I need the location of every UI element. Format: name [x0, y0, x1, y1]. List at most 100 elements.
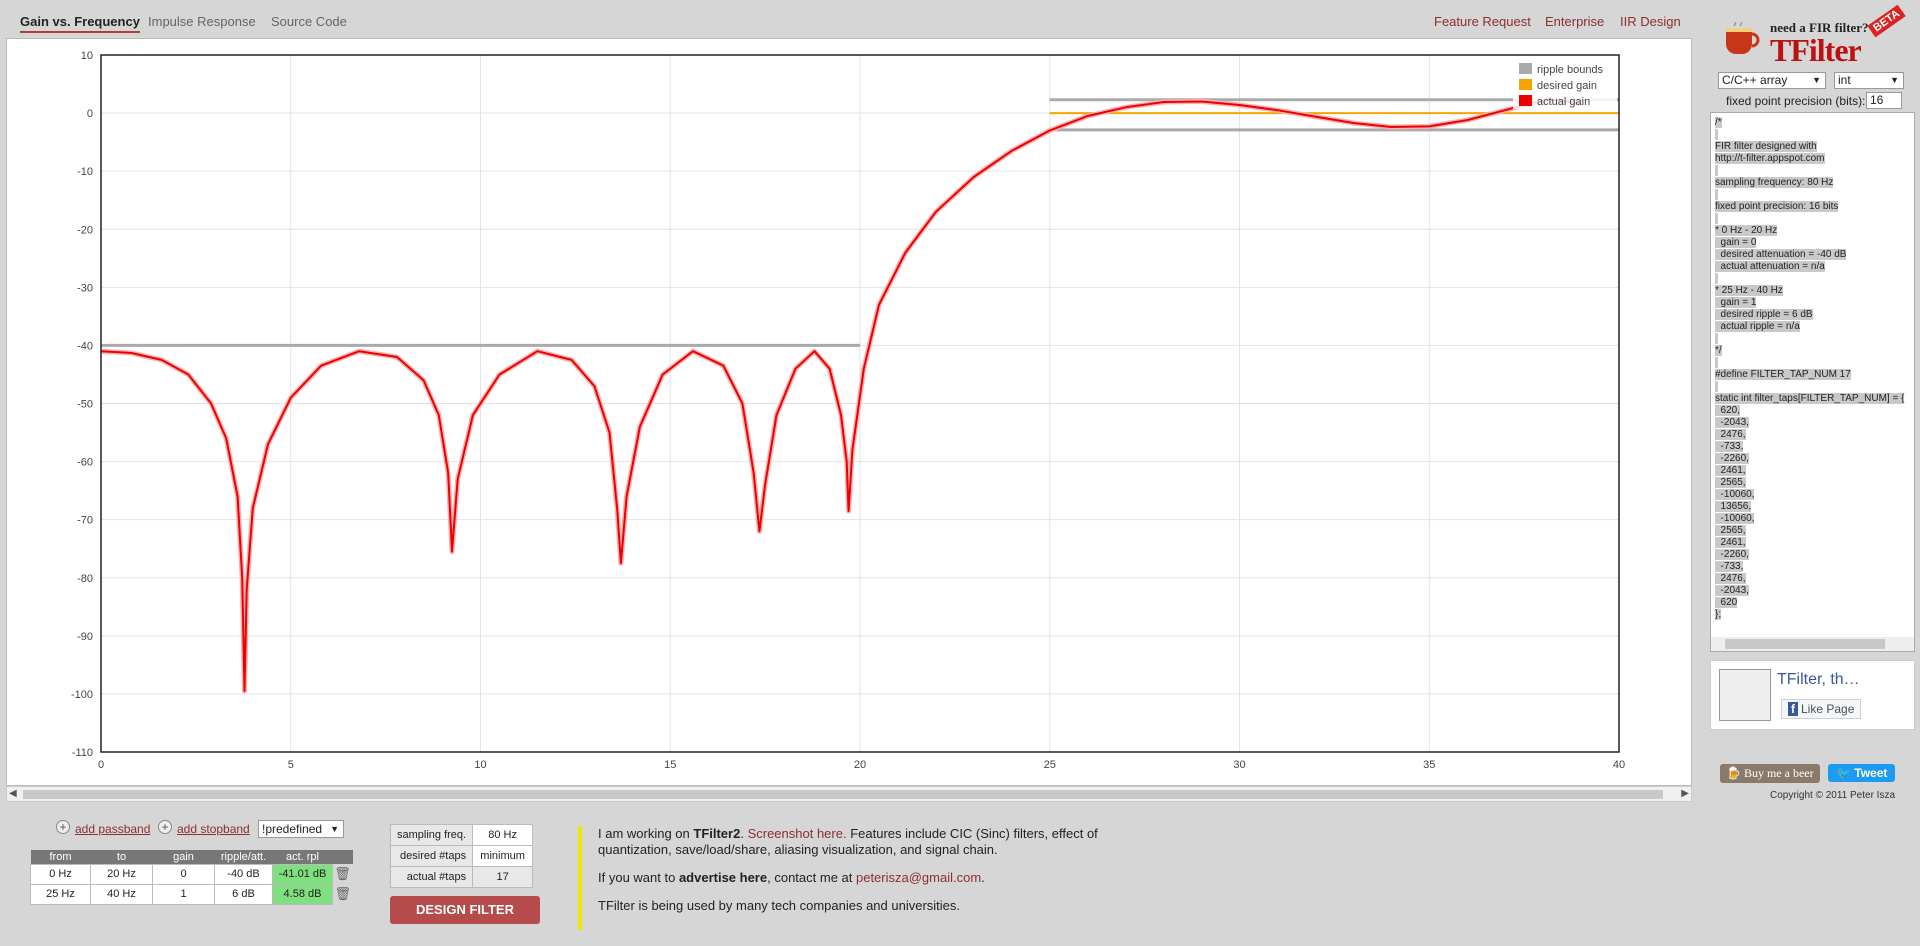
buy-me-a-beer-button[interactable]: 🍺 Buy me a beer	[1720, 764, 1820, 783]
table-row: 0 Hz 20 Hz 0 -40 dB -41.01 dB 🗑	[30, 863, 353, 885]
fb-page-title[interactable]: TFilter, th…	[1777, 671, 1860, 689]
add-passband-icon[interactable]: +	[56, 820, 70, 834]
iir-design-link[interactable]: IIR Design	[1620, 14, 1681, 29]
code-line: -10060,	[1715, 513, 1755, 524]
add-stopband-icon[interactable]: +	[158, 820, 172, 834]
output-format-select[interactable]: C/C++ array ▼	[1718, 72, 1826, 89]
bands-table: from to gain ripple/att. act. rpl 0 Hz 2…	[30, 850, 353, 905]
scroll-right-icon[interactable]: ▶	[1681, 788, 1689, 799]
code-line: fixed point precision: 16 bits	[1715, 201, 1839, 212]
code-line: 2476,	[1715, 429, 1746, 440]
code-line: 2565,	[1715, 525, 1746, 536]
band-gain-input[interactable]: 0	[152, 863, 215, 885]
x-tick-label: 25	[1044, 759, 1056, 771]
code-line: 2461,	[1715, 537, 1746, 548]
col-delete	[332, 850, 353, 864]
legend-swatch	[1519, 79, 1532, 90]
actual-gain-line	[100, 98, 1582, 692]
y-tick-label: -50	[77, 399, 93, 411]
code-line: };	[1715, 609, 1722, 620]
desired-taps-input[interactable]: minimum	[472, 845, 534, 867]
code-line: * 0 Hz - 20 Hz	[1715, 225, 1778, 236]
screenshot-link[interactable]: Screenshot here.	[748, 826, 847, 841]
tab-gain-vs-frequency[interactable]: Gain vs. Frequency	[20, 14, 140, 33]
band-to-input[interactable]: 20 Hz	[90, 863, 153, 885]
code-line: gain = 0	[1715, 237, 1757, 248]
code-line: actual ripple = n/a	[1715, 321, 1800, 332]
col-gain: gain	[152, 850, 215, 864]
number-type-select[interactable]: int ▼	[1834, 72, 1904, 89]
email-link[interactable]: peterisza@gmail.com	[856, 870, 981, 885]
band-from-input[interactable]: 0 Hz	[30, 863, 91, 885]
fixed-point-precision-input[interactable]: 16	[1866, 92, 1902, 109]
info-divider	[578, 826, 582, 930]
band-gain-input[interactable]: 1	[152, 883, 215, 905]
band-actual-ripple: -41.01 dB	[272, 863, 333, 885]
legend-label: desired gain	[1537, 80, 1597, 92]
code-line: static int filter_taps[FILTER_TAP_NUM] =…	[1715, 393, 1905, 404]
tfilter-logo[interactable]: need a FIR filter? TFilter BETA	[1718, 4, 1908, 68]
band-ripple-input[interactable]: -40 dB	[214, 863, 273, 885]
legend-swatch	[1519, 95, 1532, 106]
actual-gain-glow	[100, 97, 1582, 694]
code-line: #define FILTER_TAP_NUM 17	[1715, 369, 1851, 380]
predefined-select[interactable]: !predefined ▼	[258, 820, 344, 838]
y-tick-label: -20	[77, 224, 93, 236]
param-row: actual #taps 17	[389, 866, 534, 888]
col-ripple-att: ripple/att.	[214, 850, 273, 864]
add-passband-link[interactable]: add passband	[75, 822, 150, 836]
code-line: sampling frequency: 80 Hz	[1715, 177, 1834, 188]
code-line: -2043,	[1715, 417, 1749, 428]
info-paragraph-advertise: If you want to advertise here, contact m…	[598, 870, 985, 885]
code-line: desired ripple = 6 dB	[1715, 309, 1813, 320]
code-line	[1715, 333, 1904, 345]
y-tick-label: -80	[77, 573, 93, 585]
y-tick-label: -40	[77, 340, 93, 352]
code-line	[1715, 165, 1904, 177]
code-horizontal-scrollbar[interactable]	[1711, 637, 1914, 651]
feature-request-link[interactable]: Feature Request	[1434, 14, 1531, 29]
x-tick-label: 5	[288, 759, 294, 771]
code-line	[1715, 189, 1904, 201]
tab-source-code[interactable]: Source Code	[271, 14, 347, 29]
delete-band-button[interactable]: 🗑	[333, 864, 353, 884]
left-panel: Gain vs. Frequency Impulse Response Sour…	[0, 0, 1698, 806]
chart-horizontal-scrollbar[interactable]: ◀ ▶	[6, 786, 1692, 802]
tab-impulse-response[interactable]: Impulse Response	[148, 14, 256, 29]
code-line: 620	[1715, 597, 1738, 608]
bottom-panel: + add passband + add stopband !predefine…	[0, 806, 1920, 946]
tabs-bar: Gain vs. Frequency Impulse Response Sour…	[6, 4, 1692, 36]
band-from-input[interactable]: 25 Hz	[30, 883, 91, 905]
gain-chart-panel: 0 5 10 15 20 25 30 35 40 10 0 -10 -20 -30 -40 -50 -60 -70…	[6, 38, 1692, 786]
code-scrollbar-thumb[interactable]	[1725, 639, 1885, 649]
fb-like-button[interactable]: f Like Page	[1781, 699, 1862, 719]
tweet-label: Tweet	[1854, 766, 1888, 780]
fb-page-thumbnail[interactable]	[1719, 669, 1771, 721]
x-tick-label: 30	[1233, 759, 1245, 771]
tweet-button[interactable]: 🐦 Tweet	[1828, 764, 1896, 782]
col-from: from	[30, 850, 91, 864]
legend-label: ripple bounds	[1537, 64, 1604, 76]
add-stopband-link[interactable]: add stopband	[177, 822, 250, 836]
x-tick-label: 0	[98, 759, 104, 771]
code-line: 2565,	[1715, 477, 1746, 488]
actual-taps-label: actual #taps	[389, 866, 474, 888]
sampling-freq-input[interactable]: 80 Hz	[472, 824, 534, 846]
delete-band-button[interactable]: 🗑	[333, 884, 353, 904]
x-tick-label: 40	[1613, 759, 1625, 771]
band-to-input[interactable]: 40 Hz	[90, 883, 153, 905]
code-line: */	[1715, 345, 1722, 356]
x-tick-label: 35	[1423, 759, 1435, 771]
bands-table-header: from to gain ripple/att. act. rpl	[30, 850, 353, 864]
x-tick-label: 10	[474, 759, 486, 771]
design-filter-button[interactable]: DESIGN FILTER	[390, 896, 540, 924]
band-ripple-input[interactable]: 6 dB	[214, 883, 273, 905]
scrollbar-thumb[interactable]	[23, 790, 1663, 799]
info-paragraph-usage: TFilter is being used by many tech compa…	[598, 898, 961, 913]
source-code-textarea[interactable]: /* FIR filter designed with http://t-filt…	[1710, 112, 1915, 652]
predefined-value: !predefined	[262, 822, 323, 836]
scroll-left-icon[interactable]: ◀	[9, 788, 17, 799]
trash-icon: 🗑	[334, 866, 351, 881]
enterprise-link[interactable]: Enterprise	[1545, 14, 1604, 29]
sampling-freq-label: sampling freq.	[389, 824, 474, 846]
